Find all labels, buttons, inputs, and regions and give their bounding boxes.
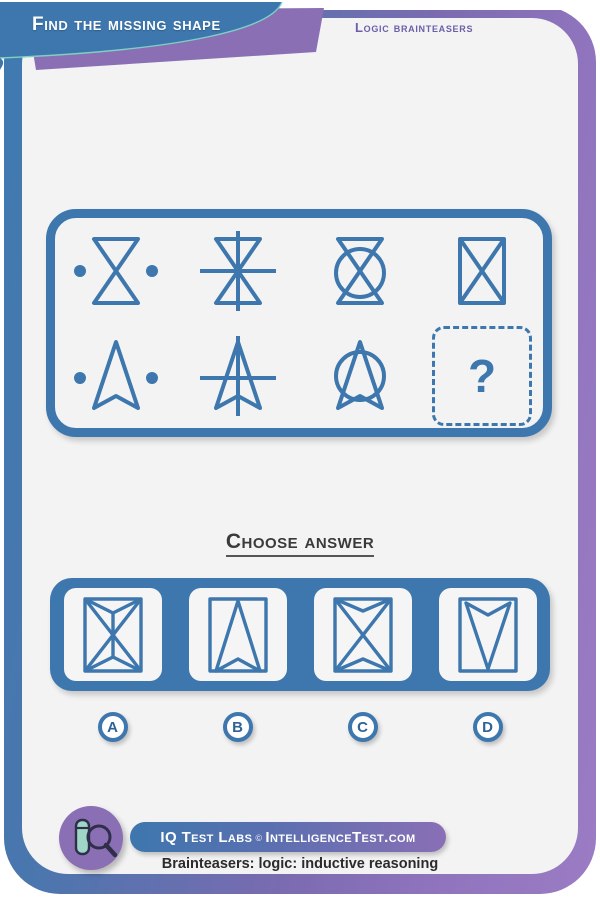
badge-option-a[interactable]: A	[97, 712, 128, 742]
brand-site: IntelligenceTest.com	[265, 828, 416, 846]
puzzle-grid: ?	[55, 218, 543, 428]
footer-caption: Brainteasers: logic: inductive reasoning	[161, 856, 439, 872]
page-title: Find the missing shape	[32, 14, 221, 35]
option-d-shape	[457, 596, 518, 673]
badge-option-b[interactable]: B	[222, 712, 253, 742]
puzzle-cell-hourglass-with-circle	[299, 218, 421, 323]
puzzle-cell-missing[interactable]: ?	[421, 323, 543, 428]
answer-options-bar	[50, 578, 550, 691]
brand-main: IQ Test Labs	[160, 828, 253, 846]
choose-answer-heading: Choose answer	[0, 530, 600, 557]
puzzle-cell-hourglass-with-cross-lines	[177, 218, 299, 323]
answer-options-row	[50, 578, 550, 691]
question-mark: ?	[467, 349, 497, 402]
option-b-tile[interactable]	[188, 588, 287, 681]
option-c-tile[interactable]	[313, 588, 412, 681]
choose-answer-label: Choose answer	[225, 530, 375, 557]
option-c-shape	[332, 596, 393, 673]
puzzle-grid-panel: ?	[46, 209, 552, 437]
brand-pill[interactable]: IQ Test Labs © IntelligenceTest.com	[130, 822, 446, 852]
badge-option-d[interactable]: D	[472, 712, 503, 742]
puzzle-cell-arrow-with-dots	[55, 323, 177, 428]
brand-label: IQ Test Labs © IntelligenceTest.com	[160, 829, 415, 846]
puzzle-cell-arrow-with-circle	[299, 323, 421, 428]
puzzle-cell-arrow-with-cross-lines	[177, 323, 299, 428]
category-kicker: Logic brainteasers	[355, 20, 474, 35]
copyright-icon: ©	[255, 832, 263, 843]
answer-letter-badges: A B C D	[50, 707, 550, 747]
option-b-shape	[207, 596, 268, 673]
puzzle-card: Find the missing shape Logic brainteaser…	[0, 0, 600, 900]
option-a-tile[interactable]	[63, 588, 162, 681]
option-d-tile[interactable]	[438, 588, 537, 681]
puzzle-cell-hourglass-with-dots	[55, 218, 177, 323]
card-border-ring	[4, 6, 596, 894]
puzzle-cell-hourglass-in-rectangle	[421, 218, 543, 323]
option-a-shape	[82, 596, 143, 673]
badge-option-c[interactable]: C	[347, 712, 378, 742]
